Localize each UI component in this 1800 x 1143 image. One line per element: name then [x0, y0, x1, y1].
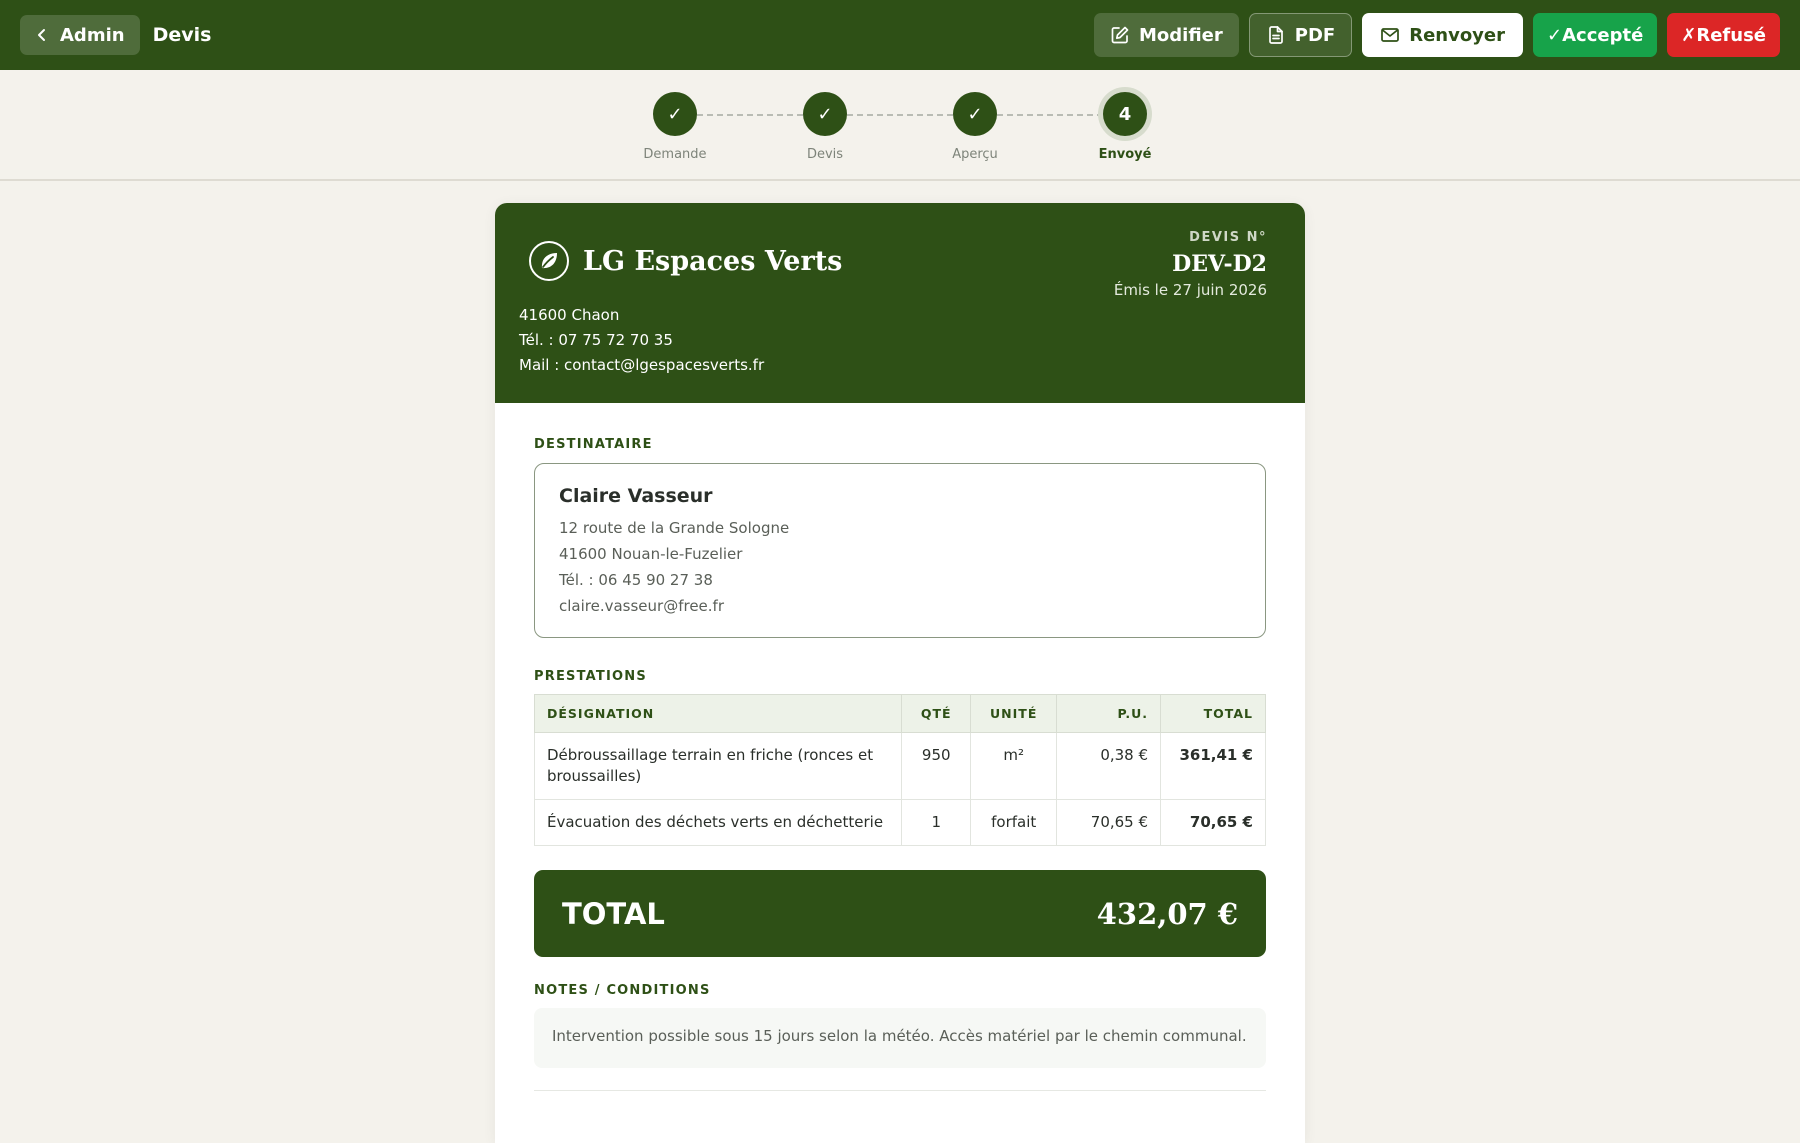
notes-text: Intervention possible sous 15 jours selo… [534, 1008, 1266, 1068]
company-city: 41600 Chaon [519, 306, 620, 324]
back-button-label: Admin [60, 24, 125, 46]
cell-total: 361,41 € [1160, 732, 1266, 800]
chevron-left-icon [38, 29, 45, 41]
recipient-city: 41600 Nouan-le-Fuzelier [559, 545, 743, 563]
step-label: Demande [643, 147, 707, 162]
cell-qty: 950 [901, 732, 972, 800]
table-row: Débroussaillage terrain en friche (ronce… [533, 732, 1266, 800]
leaf-icon [529, 241, 569, 281]
resend-button[interactable]: Renvoyer [1362, 13, 1524, 57]
check-icon: ✓ [803, 92, 847, 136]
notes-section-label: NOTES / CONDITIONS [534, 983, 711, 998]
document-icon [1268, 26, 1283, 44]
edit-icon [1111, 26, 1129, 44]
quote-number-label: DEVIS N° [1189, 230, 1267, 245]
cell-designation: Évacuation des déchets verts en déchette… [533, 799, 903, 846]
accepted-button-label: ✓Accepté [1547, 24, 1644, 46]
company-email: Mail : contact@lgespacesverts.fr [519, 356, 765, 374]
items-table: DÉSIGNATION QTÉ UNITÉ P.U. TOTAL Débrous… [533, 694, 1266, 846]
top-bar: Admin Devis Modifier PDF Renvoyer ✓Accep… [0, 0, 1800, 70]
mail-icon [1381, 28, 1400, 42]
back-to-admin-button[interactable]: Admin [20, 15, 140, 55]
step-envoye[interactable]: 4 Envoyé [1075, 92, 1175, 162]
recipient-section-label: DESTINATAIRE [534, 437, 653, 452]
step-label: Envoyé [1098, 147, 1152, 162]
company-logo: LG Espaces Verts [529, 241, 842, 281]
recipient-details: 12 route de la Grande Sologne 41600 Noua… [559, 515, 1241, 619]
quote-issue-date: Émis le 27 juin 2026 [1113, 281, 1267, 299]
recipient-phone: Tél. : 06 45 90 27 38 [559, 571, 713, 589]
cell-unit: forfait [970, 799, 1058, 846]
step-number: 4 [1103, 92, 1147, 136]
column-header-unit: UNITÉ [970, 694, 1058, 733]
top-actions: Modifier PDF Renvoyer ✓Accepté ✗Refusé [1094, 13, 1780, 57]
step-devis[interactable]: ✓ Devis [775, 92, 875, 162]
refused-button[interactable]: ✗Refusé [1667, 13, 1780, 57]
cell-total: 70,65 € [1160, 799, 1266, 846]
column-header-unit-price: P.U. [1056, 694, 1162, 733]
progress-stepper: ✓ Demande ✓ Devis ✓ Aperçu 4 Envoyé [0, 70, 1800, 181]
cell-unit: m² [970, 732, 1058, 800]
check-icon: ✓ [953, 92, 997, 136]
divider [534, 1090, 1266, 1091]
accepted-button[interactable]: ✓Accepté [1533, 13, 1658, 57]
quote-document: LG Espaces Verts 41600 Chaon Tél. : 07 7… [495, 203, 1305, 1143]
total-label: TOTAL [562, 896, 665, 931]
column-header-designation: DÉSIGNATION [533, 694, 903, 733]
refused-button-label: ✗Refusé [1681, 24, 1766, 46]
cell-unit-price: 70,65 € [1056, 799, 1162, 846]
cell-unit-price: 0,38 € [1056, 732, 1162, 800]
company-name: LG Espaces Verts [583, 245, 843, 277]
company-contact: 41600 Chaon Tél. : 07 75 72 70 35 Mail :… [519, 303, 764, 378]
recipient-street: 12 route de la Grande Sologne [559, 519, 790, 537]
cell-designation: Débroussaillage terrain en friche (ronce… [533, 732, 903, 800]
quote-number: DEV-D2 [1172, 251, 1267, 277]
pdf-button-label: PDF [1294, 24, 1336, 46]
document-body: DESTINATAIRE Claire Vasseur 12 route de … [495, 403, 1305, 1091]
company-phone: Tél. : 07 75 72 70 35 [519, 331, 673, 349]
column-header-total: TOTAL [1160, 694, 1266, 733]
total-value: 432,07 € [1096, 896, 1238, 931]
recipient-email: claire.vasseur@free.fr [559, 597, 724, 615]
grand-total: TOTAL 432,07 € [534, 870, 1266, 957]
cell-qty: 1 [901, 799, 972, 846]
check-icon: ✓ [653, 92, 697, 136]
step-demande[interactable]: ✓ Demande [625, 92, 725, 162]
quote-meta: DEVIS N° DEV-D2 Émis le 27 juin 2026 [1114, 230, 1267, 299]
table-row: Évacuation des déchets verts en déchette… [533, 799, 1266, 846]
resend-button-label: Renvoyer [1409, 24, 1506, 46]
table-header-row: DÉSIGNATION QTÉ UNITÉ P.U. TOTAL [533, 694, 1266, 733]
edit-button[interactable]: Modifier [1094, 13, 1239, 57]
page-title: Devis [152, 24, 212, 46]
step-apercu[interactable]: ✓ Aperçu [925, 92, 1025, 162]
column-header-qty: QTÉ [901, 694, 972, 733]
recipient-card: Claire Vasseur 12 route de la Grande Sol… [534, 463, 1266, 638]
document-header: LG Espaces Verts 41600 Chaon Tél. : 07 7… [495, 203, 1305, 403]
step-label: Devis [806, 147, 844, 162]
pdf-button[interactable]: PDF [1248, 13, 1353, 57]
recipient-name: Claire Vasseur [559, 485, 713, 507]
step-label: Aperçu [952, 147, 998, 162]
items-section-label: PRESTATIONS [534, 669, 647, 684]
edit-button-label: Modifier [1139, 24, 1223, 46]
